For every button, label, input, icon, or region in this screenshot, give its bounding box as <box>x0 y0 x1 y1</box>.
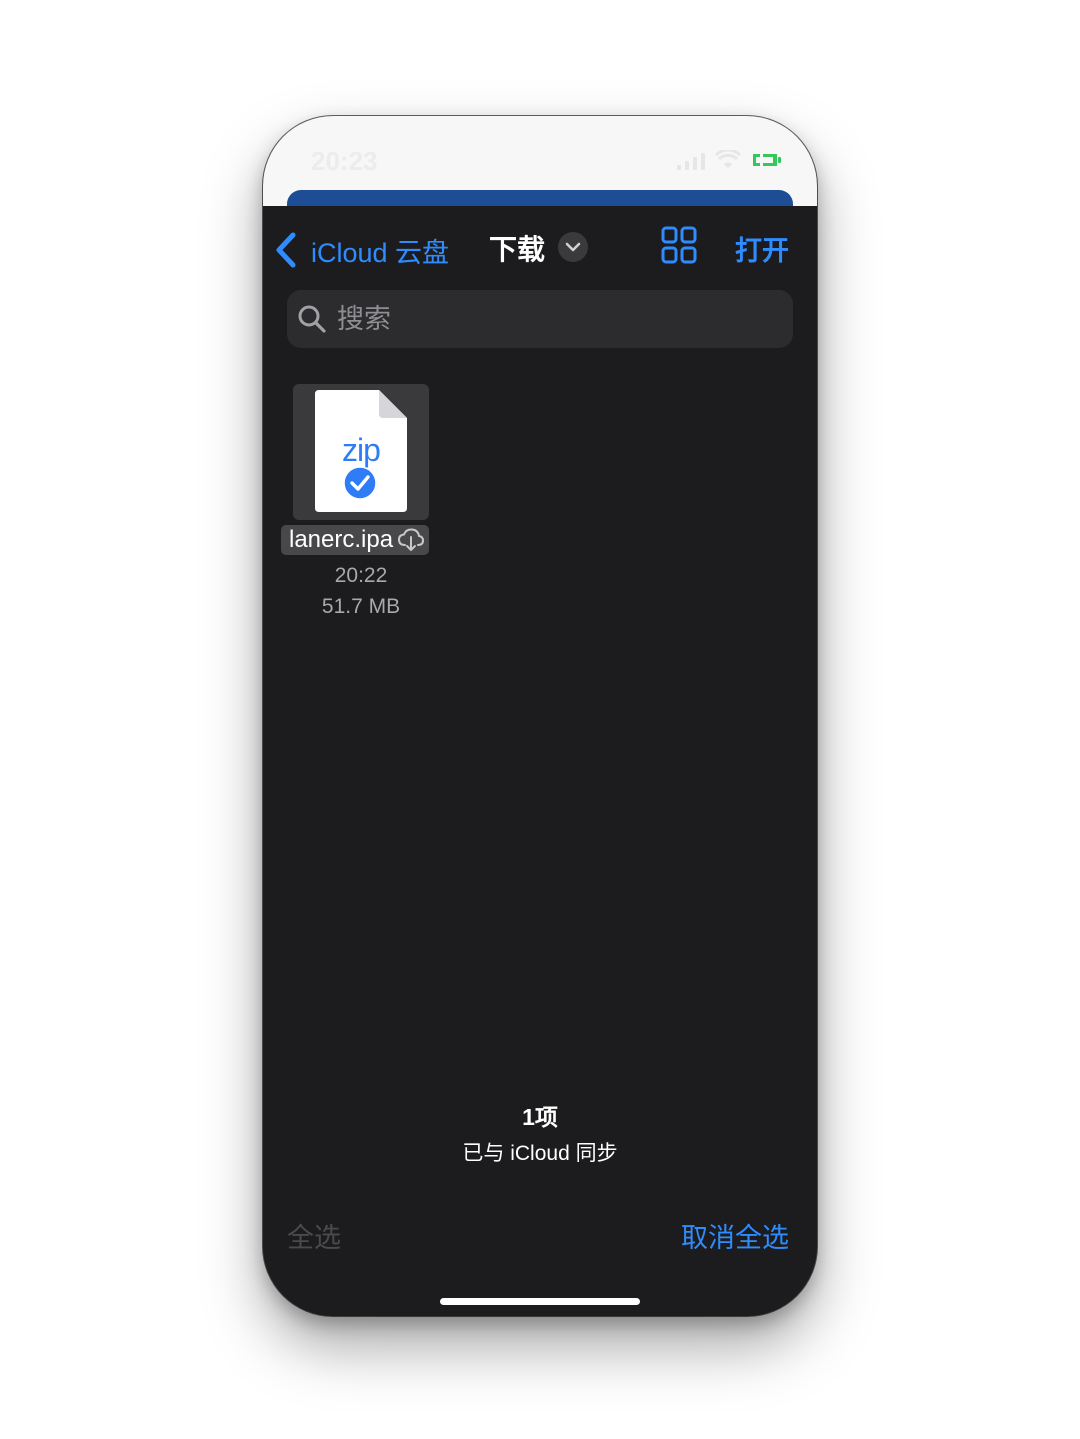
select-all-button[interactable]: 全选 <box>287 1216 341 1255</box>
file-name-pill[interactable]: lanerc.ipa <box>281 525 430 555</box>
title-menu-button[interactable] <box>558 232 588 262</box>
battery-icon <box>753 154 781 166</box>
folder-title: 下载 <box>489 234 546 265</box>
signal-icon <box>677 153 705 170</box>
wifi-icon <box>715 150 741 168</box>
home-indicator[interactable] <box>440 1298 640 1305</box>
file-size: 51.7 MB <box>321 595 401 618</box>
chevron-down-icon <box>565 242 581 252</box>
sync-status: 已与 iCloud 同步 <box>462 1142 618 1165</box>
chevron-left-icon <box>276 232 296 268</box>
file-thumbnail[interactable]: zip <box>293 384 429 520</box>
cloud-download-icon <box>398 528 425 551</box>
check-badge-icon <box>343 466 377 500</box>
phone-frame: 20:23 iCloud 云盘 下载 打开 搜索 zip lanerc.ipa … <box>263 116 817 1316</box>
search-icon <box>298 305 326 333</box>
grid-view-icon[interactable] <box>661 226 697 264</box>
file-modified-time: 20:22 <box>334 564 388 587</box>
file-item[interactable]: zip lanerc.ipa 20:22 51.7 MB <box>279 384 443 624</box>
file-name: lanerc.ipa <box>289 526 394 553</box>
page: 20:23 iCloud 云盘 下载 打开 搜索 zip lanerc.ipa … <box>0 0 1080 1439</box>
back-button-label: iCloud 云盘 <box>311 237 450 268</box>
item-count: 1项 <box>522 1104 558 1130</box>
back-button[interactable]: iCloud 云盘 <box>273 230 449 270</box>
status-time: 20:23 <box>311 146 378 176</box>
search-input[interactable] <box>337 303 757 335</box>
zip-file-icon: zip <box>315 390 407 512</box>
search-bar[interactable] <box>287 290 793 348</box>
open-button[interactable]: 打开 <box>735 228 789 268</box>
file-type-label: zip <box>342 432 381 468</box>
deselect-all-button[interactable]: 取消全选 <box>681 1216 789 1255</box>
